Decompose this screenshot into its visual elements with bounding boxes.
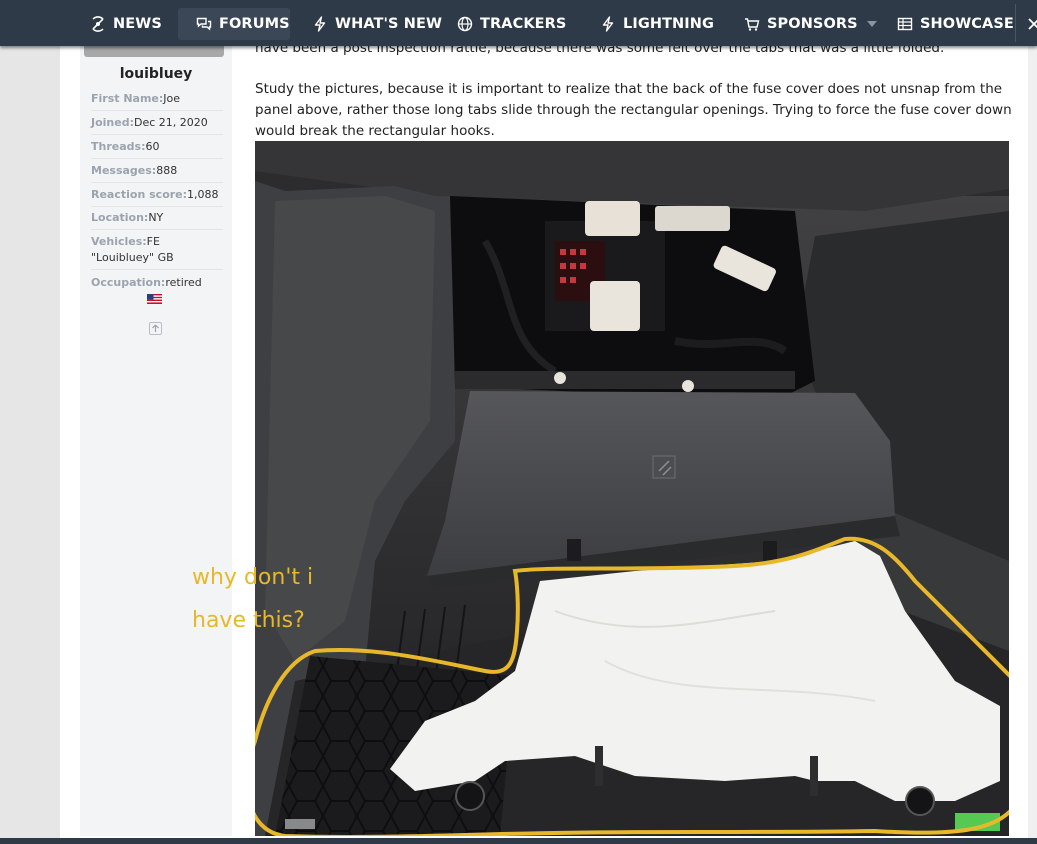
user-field-first-name: First Name:Joe [91, 91, 223, 111]
user-field-reaction-score: Reaction score:1,088 [91, 187, 223, 207]
nav-showcase[interactable]: SHOWCASE [897, 8, 1014, 40]
nav-lightning[interactable]: LIGHTNING [600, 8, 714, 40]
post-paragraph: Study the pictures, because it is import… [255, 81, 1012, 139]
chat-bubbles-icon [196, 16, 212, 32]
annotation-text: have this? [192, 608, 305, 633]
field-label: Vehicles: [91, 235, 147, 248]
field-label: Messages: [91, 164, 157, 177]
field-label: Location: [91, 211, 149, 224]
nav-showcase-label: SHOWCASE [920, 16, 1014, 32]
annotation-text: why don't i [192, 565, 314, 590]
user-field-location: Location:NY [91, 210, 223, 230]
field-label: Occupation: [91, 276, 166, 289]
user-field-occupation: Occupation:retired [91, 275, 223, 294]
field-value: retired [165, 276, 202, 289]
bottom-bar [0, 838, 1037, 844]
page-edge [1028, 46, 1037, 838]
globe-icon [457, 16, 473, 32]
user-field-threads: Threads:60 [91, 139, 223, 159]
nav-trackers[interactable]: TRACKERS [457, 8, 566, 40]
close-icon [1026, 16, 1037, 32]
avatar[interactable] [84, 46, 224, 57]
username-link[interactable]: louibluey [80, 66, 232, 82]
nav-trackers-label: TRACKERS [480, 16, 567, 32]
grid-table-icon [897, 16, 913, 32]
page-gutter [0, 46, 60, 844]
user-field-vehicles: Vehicles:FE "Louibluey" GB [91, 234, 223, 270]
top-navigation-bar: NEWS FORUMS WHAT'S NEW TRACKERS LIGHTNIN… [0, 0, 1037, 46]
field-value: Joe [163, 92, 181, 105]
scroll-up-arrow-icon[interactable] [149, 322, 162, 335]
field-label: Joined: [91, 116, 134, 129]
field-value: 1,088 [187, 188, 219, 201]
nav-forums[interactable]: FORUMS [178, 8, 290, 40]
satellite-icon [90, 16, 106, 32]
nav-sponsors-label: SPONSORS [767, 16, 858, 32]
user-field-messages: Messages:888 [91, 163, 223, 183]
field-label: Threads: [91, 140, 146, 153]
field-value[interactable]: 60 [145, 140, 159, 153]
post-photo-fuse-cover[interactable] [255, 141, 1009, 836]
us-flag-icon [147, 294, 162, 304]
field-value[interactable]: NY [148, 211, 163, 224]
lightning-bolt-icon [600, 16, 616, 32]
nav-more[interactable] [1026, 8, 1037, 40]
nav-whats-new-label: WHAT'S NEW [335, 16, 443, 32]
field-label: Reaction score: [91, 188, 188, 201]
lightning-bolt-icon [312, 16, 328, 32]
field-label: First Name: [91, 92, 164, 105]
field-value: Dec 21, 2020 [134, 116, 208, 129]
field-value[interactable]: 888 [156, 164, 177, 177]
nav-news[interactable]: NEWS [90, 8, 162, 40]
shopping-cart-icon [744, 16, 760, 32]
nav-sponsors[interactable]: SPONSORS [744, 8, 877, 40]
nav-news-label: NEWS [113, 16, 162, 32]
chevron-down-icon[interactable] [866, 21, 877, 27]
nav-lightning-label: LIGHTNING [623, 16, 715, 32]
nav-forums-label: FORUMS [219, 16, 290, 32]
nav-divider [1015, 4, 1016, 42]
user-field-joined: Joined:Dec 21, 2020 [91, 115, 223, 135]
nav-whats-new[interactable]: WHAT'S NEW [312, 8, 442, 40]
